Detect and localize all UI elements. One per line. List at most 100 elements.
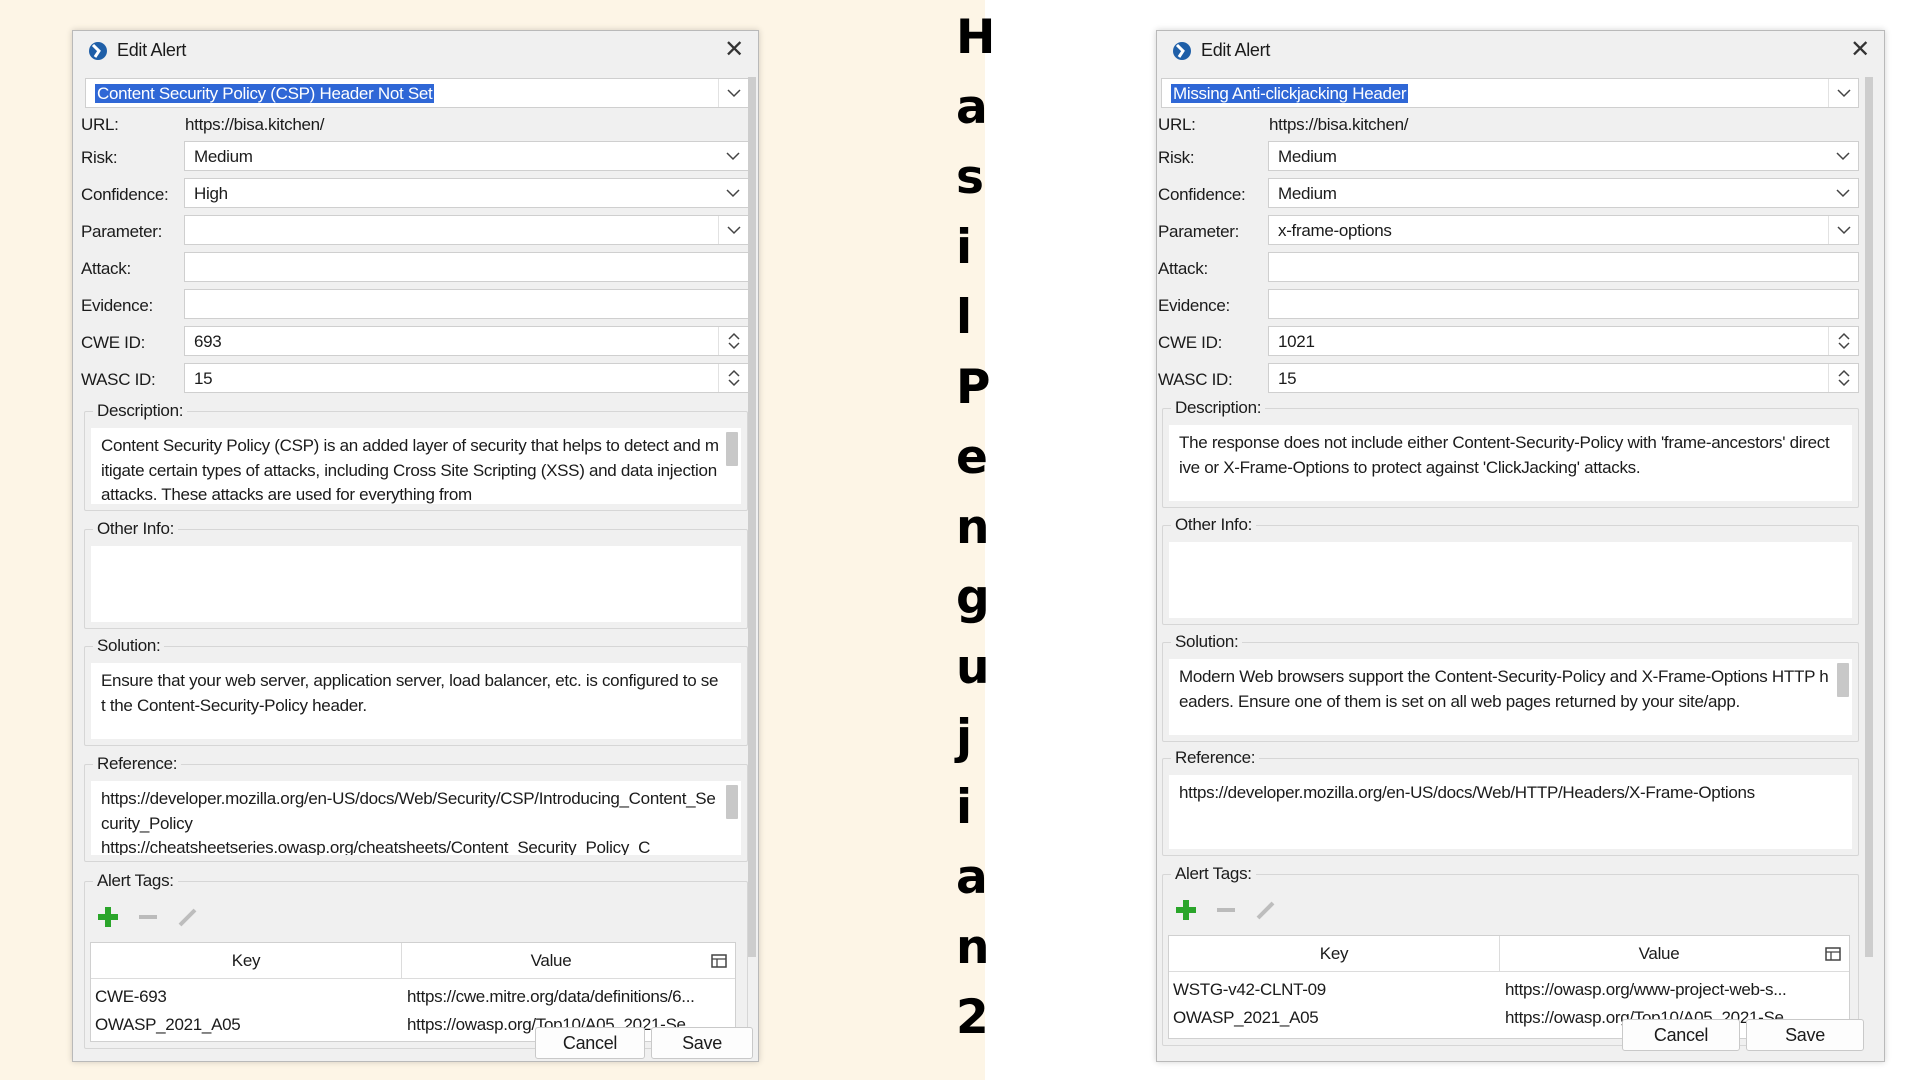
tag-toolbar bbox=[95, 904, 201, 930]
spinner-arrows-icon[interactable] bbox=[1828, 364, 1858, 392]
risk-select[interactable]: Medium bbox=[184, 141, 749, 171]
confidence-select[interactable]: Medium bbox=[1268, 178, 1859, 208]
tag-key-cell[interactable]: OWASP_2021_A05 bbox=[1173, 1008, 1493, 1028]
attack-input[interactable] bbox=[184, 252, 749, 282]
title-letter: 2 bbox=[956, 990, 989, 1045]
column-config-icon[interactable] bbox=[709, 951, 729, 971]
cwe-id-value: 1021 bbox=[1278, 332, 1315, 351]
tag-value-cell[interactable]: https://cwe.mitre.org/data/definitions/6… bbox=[407, 987, 725, 1007]
edit-icon[interactable] bbox=[1253, 897, 1279, 923]
parameter-combobox[interactable]: x-frame-options bbox=[1268, 215, 1859, 245]
spinner-arrows-icon[interactable] bbox=[718, 364, 748, 392]
wasc-id-value: 15 bbox=[194, 369, 213, 388]
alert-name-value: Content Security Policy (CSP) Header Not… bbox=[95, 84, 435, 103]
cwe-id-label: CWE ID: bbox=[81, 333, 146, 352]
risk-value: Medium bbox=[194, 147, 253, 166]
cwe-id-spinner[interactable]: 693 bbox=[184, 326, 749, 356]
url-label: URL: bbox=[1158, 115, 1196, 134]
alert-tags-label: Alert Tags: bbox=[93, 871, 178, 891]
cancel-button[interactable]: Cancel bbox=[535, 1027, 645, 1059]
save-button[interactable]: Save bbox=[651, 1027, 753, 1059]
window-title: Edit Alert bbox=[117, 40, 187, 60]
key-column-header[interactable]: Key bbox=[1169, 944, 1499, 964]
solution-text: Modern Web browsers support the Content-… bbox=[1179, 667, 1829, 711]
title-letter: i bbox=[956, 220, 973, 275]
other-info-textarea[interactable] bbox=[1169, 542, 1852, 618]
reference-textarea[interactable]: https://developer.mozilla.org/en-US/docs… bbox=[1169, 775, 1852, 849]
risk-select[interactable]: Medium bbox=[1268, 141, 1859, 171]
alert-tags-label: Alert Tags: bbox=[1171, 864, 1256, 884]
title-letter: l bbox=[956, 290, 973, 345]
chevron-down-icon[interactable] bbox=[1828, 216, 1858, 244]
solution-textarea[interactable]: Modern Web browsers support the Content-… bbox=[1169, 659, 1852, 735]
other-info-textarea[interactable] bbox=[91, 546, 741, 622]
wasc-id-spinner[interactable]: 15 bbox=[184, 363, 749, 393]
cwe-id-value: 693 bbox=[194, 332, 222, 351]
title-letter: n bbox=[956, 920, 990, 975]
tag-key-cell[interactable]: CWE-693 bbox=[95, 987, 395, 1007]
reference-text: https://developer.mozilla.org/en-US/docs… bbox=[1179, 783, 1755, 802]
chevron-down-icon[interactable] bbox=[718, 79, 748, 107]
description-text: Content Security Policy (CSP) is an adde… bbox=[101, 436, 722, 504]
confidence-label: Confidence: bbox=[81, 185, 169, 204]
chevron-down-icon bbox=[1828, 179, 1858, 207]
scrollbar-thumb[interactable] bbox=[726, 785, 738, 819]
key-column-header[interactable]: Key bbox=[91, 951, 401, 971]
description-textarea[interactable]: Content Security Policy (CSP) is an adde… bbox=[91, 428, 741, 504]
column-config-icon[interactable] bbox=[1823, 944, 1843, 964]
reference-label: Reference: bbox=[1171, 748, 1260, 768]
zap-app-icon bbox=[89, 42, 107, 60]
evidence-label: Evidence: bbox=[1158, 296, 1230, 315]
dialog-scrollbar[interactable] bbox=[748, 77, 756, 957]
value-column-header[interactable]: Value bbox=[1499, 944, 1819, 964]
other-info-label: Other Info: bbox=[93, 519, 179, 539]
add-icon[interactable] bbox=[95, 904, 121, 930]
evidence-input[interactable] bbox=[1268, 289, 1859, 319]
spinner-arrows-icon[interactable] bbox=[1828, 327, 1858, 355]
chevron-down-icon[interactable] bbox=[1828, 79, 1858, 107]
alert-name-combobox[interactable]: Content Security Policy (CSP) Header Not… bbox=[85, 78, 749, 108]
close-icon[interactable]: ✕ bbox=[720, 35, 748, 65]
edit-icon[interactable] bbox=[175, 904, 201, 930]
description-textarea[interactable]: The response does not include either Con… bbox=[1169, 425, 1852, 501]
wasc-id-spinner[interactable]: 15 bbox=[1268, 363, 1859, 393]
cancel-button[interactable]: Cancel bbox=[1622, 1019, 1740, 1051]
evidence-input[interactable] bbox=[184, 289, 749, 319]
parameter-combobox[interactable] bbox=[184, 215, 749, 245]
reference-textarea[interactable]: https://developer.mozilla.org/en-US/docs… bbox=[91, 781, 741, 855]
title-letter: s bbox=[956, 150, 984, 205]
url-label: URL: bbox=[81, 115, 119, 134]
confidence-select[interactable]: High bbox=[184, 178, 749, 208]
url-value: https://bisa.kitchen/ bbox=[1269, 115, 1409, 134]
spinner-arrows-icon[interactable] bbox=[718, 327, 748, 355]
attack-input[interactable] bbox=[1268, 252, 1859, 282]
title-letter: P bbox=[956, 360, 991, 415]
tag-key-cell[interactable]: OWASP_2021_A05 bbox=[95, 1015, 395, 1035]
wasc-id-label: WASC ID: bbox=[1158, 370, 1233, 389]
dialog-scrollbar[interactable] bbox=[1865, 77, 1873, 957]
confidence-value: Medium bbox=[1278, 184, 1337, 203]
scrollbar-thumb[interactable] bbox=[726, 432, 738, 466]
description-group: Description: Content Security Policy (CS… bbox=[84, 401, 748, 511]
tag-value-cell[interactable]: https://owasp.org/www-project-web-s... bbox=[1505, 980, 1841, 1000]
confidence-label: Confidence: bbox=[1158, 185, 1246, 204]
chevron-down-icon[interactable] bbox=[718, 216, 748, 244]
title-bar: Edit Alert ✕ bbox=[73, 31, 758, 71]
cwe-id-spinner[interactable]: 1021 bbox=[1268, 326, 1859, 356]
tag-key-cell[interactable]: WSTG-v42-CLNT-09 bbox=[1173, 980, 1493, 1000]
title-letter: g bbox=[956, 570, 990, 625]
scrollbar-thumb[interactable] bbox=[1837, 663, 1849, 697]
close-icon[interactable]: ✕ bbox=[1846, 35, 1874, 65]
alert-tags-group: Alert Tags: Key Value CWE-693 https://cw… bbox=[84, 871, 748, 1049]
solution-group: Solution: Modern Web browsers support th… bbox=[1162, 632, 1859, 742]
remove-icon[interactable] bbox=[1213, 897, 1239, 923]
value-column-header[interactable]: Value bbox=[401, 951, 701, 971]
solution-textarea[interactable]: Ensure that your web server, application… bbox=[91, 663, 741, 739]
title-letter: u bbox=[956, 640, 990, 695]
save-button[interactable]: Save bbox=[1746, 1019, 1864, 1051]
title-letter: n bbox=[956, 500, 990, 555]
remove-icon[interactable] bbox=[135, 904, 161, 930]
alert-name-combobox[interactable]: Missing Anti-clickjacking Header bbox=[1161, 78, 1859, 108]
add-icon[interactable] bbox=[1173, 897, 1199, 923]
title-letter: a bbox=[956, 850, 988, 905]
